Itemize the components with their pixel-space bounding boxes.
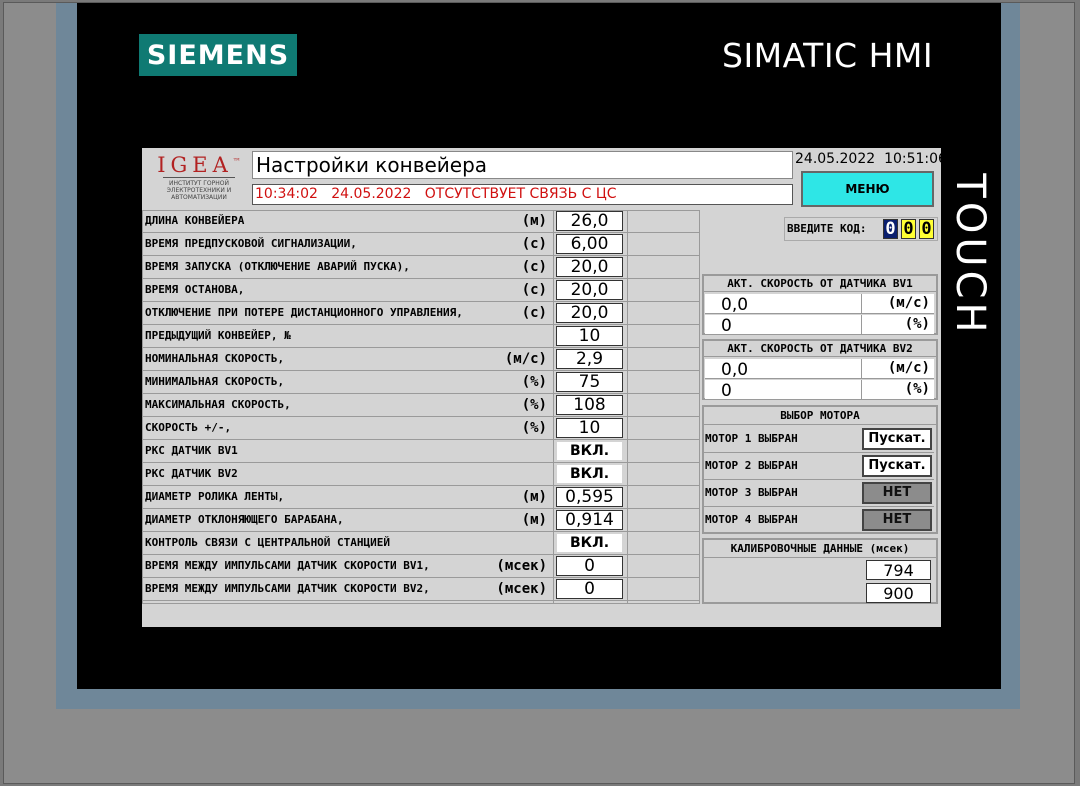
speed-bv1-pct-value: 0	[721, 316, 732, 336]
speed-bv2-title: АКТ. СКОРОСТЬ ОТ ДАТЧИКА BV2	[704, 341, 936, 357]
motor-2-label: МОТОР 2 ВЫБРАН	[705, 459, 798, 472]
speed-bv2-ms-unit: (м/с)	[887, 360, 930, 376]
motor-row: МОТОР 3 ВЫБРАН НЕТ	[704, 480, 934, 507]
speed-bv2-ms-row: 0,0 (м/с)	[705, 359, 934, 380]
hmi-screen: IGEA™ ИНСТИТУТ ГОРНОЙ ЭЛЕКТРОТЕХНИКИ И А…	[142, 148, 947, 627]
motor-3-label: МОТОР 3 ВЫБРАН	[705, 486, 798, 499]
speed-bv1-pct-unit: (%)	[904, 316, 930, 332]
speed-bv2-panel: АКТ. СКОРОСТЬ ОТ ДАТЧИКА BV2 0,0 (м/с) 0…	[702, 339, 938, 401]
current-date: 24.05.2022	[795, 151, 876, 167]
speed-bv2-ms-value: 0,0	[721, 360, 749, 380]
motor-3-toggle[interactable]: НЕТ	[862, 482, 932, 504]
speed-bv1-ms-row: 0,0 (м/с)	[705, 294, 934, 315]
calibration-value-1[interactable]: 794	[866, 560, 931, 580]
cell-separator	[861, 359, 862, 378]
cell-separator	[861, 294, 862, 313]
touch-label-text: TOUCH	[947, 173, 993, 337]
code-digit-2[interactable]: 0	[901, 219, 916, 239]
alarm-text: ОТСУТСТВУЕТ СВЯЗЬ С ЦС	[424, 186, 617, 202]
code-digit-1[interactable]: 0	[883, 219, 898, 239]
motor-1-label: МОТОР 1 ВЫБРАН	[705, 432, 798, 445]
igea-logo-subtitle: ИНСТИТУТ ГОРНОЙ ЭЛЕКТРОТЕХНИКИ И АВТОМАТ…	[163, 177, 235, 201]
igea-logo: IGEA™ ИНСТИТУТ ГОРНОЙ ЭЛЕКТРОТЕХНИКИ И А…	[154, 150, 244, 202]
current-time: 10:51:06	[884, 151, 947, 167]
alarm-time: 10:34:02	[255, 186, 318, 202]
code-digit-3[interactable]: 0	[919, 219, 934, 239]
calibration-value-2[interactable]: 900	[866, 583, 931, 603]
speed-bv2-pct-unit: (%)	[904, 381, 930, 397]
motor-1-toggle[interactable]: Пускат.	[862, 428, 932, 450]
motor-select-title: ВЫБОР МОТОРА	[704, 407, 936, 425]
motor-row: МОТОР 1 ВЫБРАН Пускат.	[704, 426, 934, 453]
speed-bv1-pct-row: 0 (%)	[705, 315, 934, 336]
motor-row: МОТОР 2 ВЫБРАН Пускат.	[704, 453, 934, 480]
code-label: ВВЕДИТЕ КОД:	[787, 222, 867, 235]
siemens-logo: SIEMENS	[139, 34, 297, 76]
speed-bv1-ms-value: 0,0	[721, 295, 749, 315]
menu-button[interactable]: МЕНЮ	[801, 171, 934, 207]
calibration-panel: КАЛИБРОВОЧНЫЕ ДАННЫЕ (мсек) 794 900	[702, 538, 938, 604]
speed-bv1-ms-unit: (м/с)	[887, 295, 930, 311]
code-entry: ВВЕДИТЕ КОД: 0 0 0	[784, 217, 938, 241]
calibration-title: КАЛИБРОВОЧНЫЕ ДАННЫЕ (мсек)	[704, 540, 936, 558]
cell-separator	[861, 315, 862, 334]
touch-label: TOUCH	[940, 150, 1000, 360]
igea-logo-tm: ™	[232, 157, 241, 166]
motor-4-toggle[interactable]: НЕТ	[862, 509, 932, 531]
speed-bv2-pct-row: 0 (%)	[705, 380, 934, 401]
params-border	[142, 210, 700, 604]
page-title: Настройки конвейера	[252, 151, 793, 179]
cell-separator	[861, 380, 862, 399]
speed-bv1-title: АКТ. СКОРОСТЬ ОТ ДАТЧИКА BV1	[704, 276, 936, 292]
simatic-hmi-label: SIMATIC HMI	[722, 36, 934, 75]
datetime: 24.05.2022 10:51:06	[795, 150, 947, 168]
speed-bv1-panel: АКТ. СКОРОСТЬ ОТ ДАТЧИКА BV1 0,0 (м/с) 0…	[702, 274, 938, 336]
motor-2-toggle[interactable]: Пускат.	[862, 455, 932, 477]
igea-logo-text: IGEA	[157, 153, 233, 177]
alarm-date: 24.05.2022	[331, 186, 412, 202]
motor-select-panel: ВЫБОР МОТОРА МОТОР 1 ВЫБРАН Пускат. МОТО…	[702, 405, 938, 534]
motor-4-label: МОТОР 4 ВЫБРАН	[705, 513, 798, 526]
alarm-line[interactable]: 10:34:02 24.05.2022 ОТСУТСТВУЕТ СВЯЗЬ С …	[252, 184, 793, 205]
speed-bv2-pct-value: 0	[721, 381, 732, 401]
motor-row: МОТОР 4 ВЫБРАН НЕТ	[704, 507, 934, 534]
